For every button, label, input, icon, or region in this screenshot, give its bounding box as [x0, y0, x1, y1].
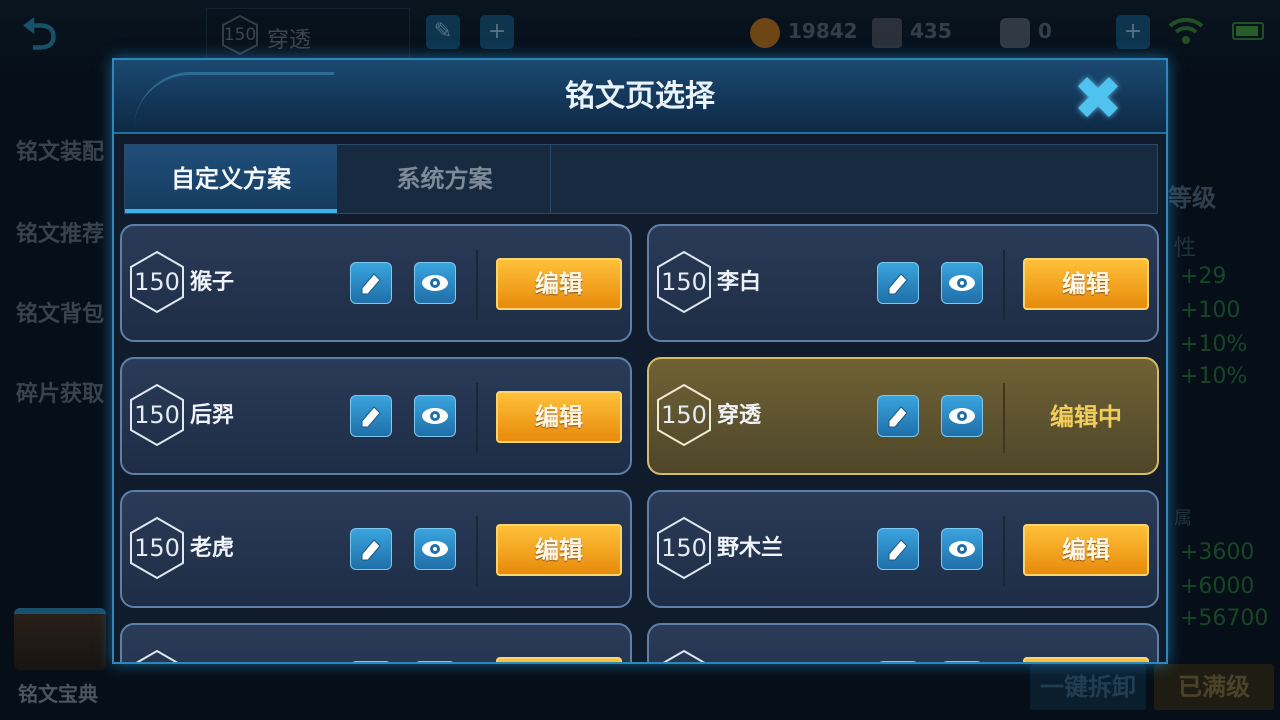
rune-page-level: 150	[134, 534, 180, 562]
edit-button[interactable]	[1023, 657, 1149, 662]
tab-system-plans[interactable]: 系统方案	[339, 145, 551, 213]
rune-page-name: 穿透	[717, 403, 762, 428]
card-divider	[1003, 516, 1005, 586]
close-x-icon[interactable]: ✖	[1066, 69, 1130, 129]
tabs-bar: 自定义方案 系统方案	[124, 144, 1158, 214]
rune-page-card-partial[interactable]	[120, 623, 632, 662]
rune-page-card-partial[interactable]	[647, 623, 1159, 662]
rune-page-level: 150	[661, 534, 707, 562]
rename-icon[interactable]	[877, 262, 919, 304]
rune-page-card[interactable]: 150 后羿 编辑	[120, 357, 632, 475]
card-divider	[476, 250, 478, 320]
view-eye-icon[interactable]	[414, 661, 456, 662]
rune-page-level: 150	[134, 401, 180, 429]
modal-title: 铭文页选择	[565, 79, 715, 114]
edit-button[interactable]: 编辑	[1023, 258, 1149, 310]
rename-icon[interactable]	[350, 395, 392, 437]
view-eye-icon[interactable]	[941, 528, 983, 570]
rename-icon[interactable]	[350, 528, 392, 570]
view-eye-icon[interactable]	[941, 262, 983, 304]
rune-page-name: 老虎	[190, 536, 235, 561]
edit-button[interactable]	[496, 657, 622, 662]
view-eye-icon[interactable]	[414, 528, 456, 570]
rune-page-level: 150	[134, 268, 180, 296]
rune-page-name: 后羿	[190, 403, 235, 428]
card-divider	[1003, 250, 1005, 320]
level-hex-icon	[135, 649, 179, 662]
rename-icon[interactable]	[877, 661, 919, 662]
card-divider	[1003, 383, 1005, 453]
rename-icon[interactable]	[877, 395, 919, 437]
rename-icon[interactable]	[350, 661, 392, 662]
level-hex-icon	[662, 649, 706, 662]
rename-icon[interactable]	[350, 262, 392, 304]
rune-page-level: 150	[661, 401, 707, 429]
tab-custom-plans[interactable]: 自定义方案	[125, 145, 337, 213]
rune-page-level: 150	[661, 268, 707, 296]
edit-button[interactable]: 编辑	[1023, 524, 1149, 576]
rune-page-card[interactable]: 150 李白 编辑	[647, 224, 1159, 342]
rune-page-name: 野木兰	[717, 536, 784, 561]
edit-button[interactable]: 编辑	[496, 258, 622, 310]
rune-page-select-modal: 铭文页选择 ✖ 自定义方案 系统方案 150 猴子 编辑 150 李白 编辑 1…	[112, 58, 1168, 664]
view-eye-icon[interactable]	[941, 661, 983, 662]
view-eye-icon[interactable]	[414, 395, 456, 437]
rename-icon[interactable]	[877, 528, 919, 570]
edit-button[interactable]: 编辑	[496, 524, 622, 576]
rune-page-card[interactable]: 150 老虎 编辑	[120, 490, 632, 608]
rune-page-card-active[interactable]: 150 穿透 编辑中	[647, 357, 1159, 475]
rune-page-name: 李白	[717, 270, 762, 295]
card-divider	[476, 516, 478, 586]
edit-button[interactable]: 编辑	[496, 391, 622, 443]
view-eye-icon[interactable]	[414, 262, 456, 304]
view-eye-icon[interactable]	[941, 395, 983, 437]
rune-page-name: 猴子	[190, 270, 235, 295]
rune-page-card[interactable]: 150 猴子 编辑	[120, 224, 632, 342]
rune-page-card[interactable]: 150 野木兰 编辑	[647, 490, 1159, 608]
editing-status: 编辑中	[1050, 403, 1122, 431]
card-divider	[476, 383, 478, 453]
